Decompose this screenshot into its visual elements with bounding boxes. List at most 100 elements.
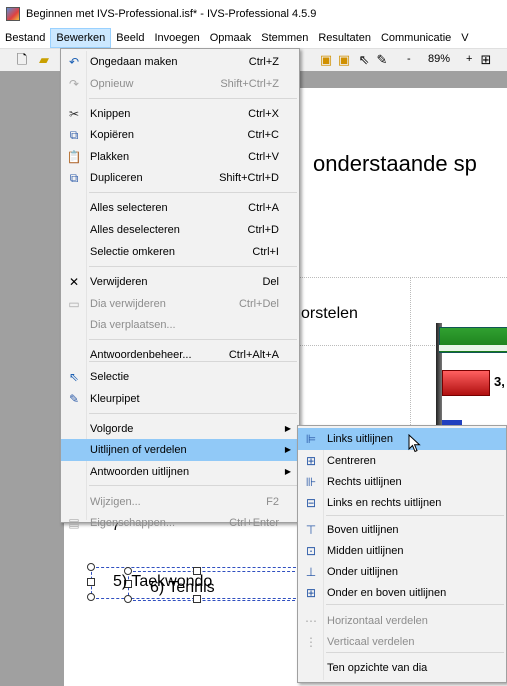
- distribute-vertical-icon: ⋮: [305, 635, 317, 649]
- menu-item-centreren[interactable]: ⊞ Centreren: [298, 450, 506, 472]
- zoom-out-button[interactable]: -: [407, 53, 411, 65]
- zoom-level[interactable]: 89%: [428, 53, 450, 65]
- menu-item-midden-uitlijnen[interactable]: ⊡ Midden uitlijnen: [298, 540, 506, 562]
- menu-item-label: Links uitlijnen: [327, 433, 394, 445]
- menu-item-shortcut: F2: [266, 496, 279, 508]
- menu-beeld[interactable]: Beeld: [111, 28, 149, 48]
- menu-item-uitlijnen-of-verdelen[interactable]: Uitlijnen of verdelen ▶: [61, 439, 299, 461]
- menu-item-label: Alles selecteren: [90, 202, 168, 214]
- title-bar: Beginnen met IVS-Professional.isf* - IVS…: [0, 0, 507, 28]
- menu-item-onder-en-boven-uitlijnen[interactable]: ⊞ Onder en boven uitlijnen: [298, 582, 506, 604]
- menu-item-selectie[interactable]: ⇖ Selectie: [61, 366, 299, 388]
- menu-separator: [89, 192, 297, 193]
- menu-item-dia-verplaatsen[interactable]: Dia verplaatsen...: [61, 314, 299, 336]
- slide-title[interactable]: onderstaande sp: [313, 151, 477, 177]
- menu-item-label: Kleurpipet: [90, 393, 140, 405]
- undo-icon: ↶: [68, 55, 80, 69]
- pointer-tool-icon[interactable]: ⇖: [356, 52, 372, 68]
- menu-item-knippen[interactable]: ✂ Knippen Ctrl+X: [61, 103, 299, 125]
- menu-item-kopi-ren[interactable]: ⧉ Kopiëren Ctrl+C: [61, 124, 299, 146]
- align-left-right-icon: ⊟: [305, 496, 317, 510]
- answers-label[interactable]: orstelen: [301, 305, 358, 323]
- resize-handle[interactable]: [87, 578, 95, 586]
- menu-separator: [326, 652, 504, 653]
- menu-item-plakken[interactable]: 📋 Plakken Ctrl+V: [61, 146, 299, 168]
- send-back-icon[interactable]: ▣: [336, 52, 352, 68]
- delete-slide-icon: ▭: [68, 297, 80, 311]
- menu-item-label: Wijzigen...: [90, 496, 141, 508]
- menu-item-verwijderen[interactable]: ✕ Verwijderen Del: [61, 271, 299, 293]
- menu-item-verticaal-verdelen[interactable]: ⋮ Verticaal verdelen: [298, 631, 506, 653]
- menu-item-links-en-rechts-uitlijnen[interactable]: ⊟ Links en rechts uitlijnen: [298, 492, 506, 514]
- bring-front-icon[interactable]: ▣: [318, 52, 334, 68]
- menu-item-links-uitlijnen[interactable]: ⊫ Links uitlijnen: [298, 428, 506, 450]
- menu-item-antwoorden-uitlijnen[interactable]: Antwoorden uitlijnen ▶: [61, 461, 299, 483]
- menu-item-label: Volgorde: [90, 423, 134, 435]
- menu-item-label: Selectie: [90, 371, 130, 383]
- menu-item-opnieuw[interactable]: ↷ Opnieuw Shift+Ctrl+Z: [61, 73, 299, 95]
- menu-item-alles-deselecteren[interactable]: Alles deselecteren Ctrl+D: [61, 219, 299, 241]
- menu-item-alles-selecteren[interactable]: Alles selecteren Ctrl+A: [61, 197, 299, 219]
- menu-item-label: Knippen: [90, 108, 131, 120]
- menu-opmaak[interactable]: Opmaak: [205, 28, 257, 48]
- resize-handle[interactable]: [87, 593, 95, 601]
- menu-item-wijzigen[interactable]: Wijzigen... F2: [61, 491, 299, 513]
- menu-item-label: Ongedaan maken: [90, 56, 178, 68]
- menu-item-horizontaal-verdelen[interactable]: ⋯ Horizontaal verdelen: [298, 610, 506, 632]
- menu-item-volgorde[interactable]: Volgorde ▶: [61, 418, 299, 440]
- menu-item-label: Plakken: [90, 151, 130, 163]
- menu-item-dupliceren[interactable]: ⧉ Dupliceren Shift+Ctrl+D: [61, 167, 299, 189]
- menu-item-shortcut: Del: [262, 276, 279, 288]
- guide-line: [410, 277, 411, 427]
- menu-invoegen[interactable]: Invoegen: [149, 28, 204, 48]
- paste-icon: 📋: [66, 150, 82, 164]
- resize-handle[interactable]: [124, 595, 132, 603]
- menu-item-rechts-uitlijnen[interactable]: ⊪ Rechts uitlijnen: [298, 471, 506, 493]
- pointer-icon: ⇖: [68, 370, 80, 384]
- open-folder-icon[interactable]: ▰: [36, 52, 52, 68]
- answer-6[interactable]: 6) Tennis: [150, 579, 215, 597]
- align-top-bottom-icon: ⊞: [305, 586, 317, 600]
- zoom-in-button[interactable]: +: [466, 53, 472, 65]
- menu-bewerken[interactable]: Bewerken: [50, 28, 112, 48]
- menu-item-eigenschappen[interactable]: ▤ Eigenschappen... Ctrl+Enter: [61, 512, 299, 534]
- menu-item-dia-verwijderen[interactable]: ▭ Dia verwijderen Ctrl+Del: [61, 293, 299, 315]
- eyedropper-tool-icon[interactable]: ✎: [374, 52, 390, 68]
- menu-item-label: Ten opzichte van dia: [327, 662, 428, 674]
- menu-item-ten-opzichte-van-dia[interactable]: Ten opzichte van dia: [298, 657, 506, 679]
- menu-item-label: Links en rechts uitlijnen: [327, 497, 442, 509]
- chart-bar-red: [442, 370, 490, 396]
- menu-item-boven-uitlijnen[interactable]: ⊤ Boven uitlijnen: [298, 519, 506, 541]
- resize-handle[interactable]: [87, 563, 95, 571]
- window-title: Beginnen met IVS-Professional.isf* - IVS…: [26, 8, 317, 20]
- chart-value-label: 3,: [494, 374, 505, 389]
- menu-item-label: Dia verplaatsen...: [90, 319, 176, 331]
- menu-item-label: Rechts uitlijnen: [327, 476, 402, 488]
- mouse-cursor-icon: [408, 434, 421, 453]
- menu-item-shortcut: Ctrl+I: [252, 246, 279, 258]
- app-icon: [6, 7, 20, 21]
- new-file-icon[interactable]: 🗋: [14, 52, 30, 68]
- menu-item-label: Selectie omkeren: [90, 246, 175, 258]
- menu-item-antwoordenbeheer[interactable]: Antwoordenbeheer... Ctrl+Alt+A: [61, 344, 299, 366]
- menu-item-onder-uitlijnen[interactable]: ⊥ Onder uitlijnen: [298, 561, 506, 583]
- menu-item-shortcut: Ctrl+Alt+A: [228, 349, 279, 361]
- chart-bar-green-face: [439, 345, 507, 351]
- menu-separator: [89, 361, 297, 362]
- menu-item-selectie-omkeren[interactable]: Selectie omkeren Ctrl+I: [61, 241, 299, 263]
- guide-line: [300, 277, 507, 278]
- eyedropper-icon: ✎: [68, 392, 80, 406]
- menu-overflow[interactable]: V: [456, 28, 473, 48]
- menu-bestand[interactable]: Bestand: [0, 28, 50, 48]
- menu-resultaten[interactable]: Resultaten: [313, 28, 376, 48]
- menu-item-kleurpipet[interactable]: ✎ Kleurpipet: [61, 388, 299, 410]
- menu-item-shortcut: Ctrl+C: [247, 129, 279, 141]
- submenu-arrow-icon: ▶: [284, 467, 291, 476]
- menu-communicatie[interactable]: Communicatie: [376, 28, 456, 48]
- align-center-icon: ⊞: [305, 454, 317, 468]
- menu-item-ongedaan-maken[interactable]: ↶ Ongedaan maken Ctrl+Z: [61, 51, 299, 73]
- menu-item-shortcut: Ctrl+D: [247, 224, 279, 236]
- menu-stemmen[interactable]: Stemmen: [256, 28, 313, 48]
- align-left-icon: ⊫: [305, 432, 317, 446]
- fit-page-icon[interactable]: ⊞: [478, 52, 494, 68]
